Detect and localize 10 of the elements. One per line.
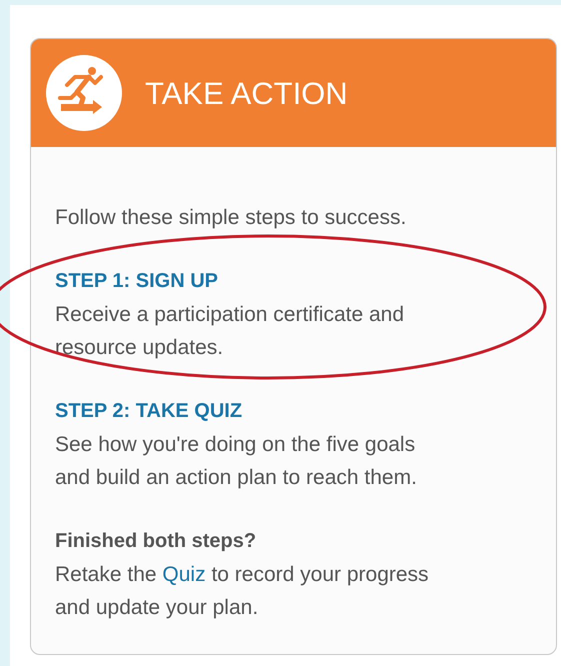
step-link[interactable]: STEP 2: TAKE QUIZ	[55, 395, 445, 428]
step-description: Receive a participation certificate and resource updates.	[55, 302, 406, 361]
finish-text: Retake the Quiz to record your progress and update your plan.	[55, 562, 430, 621]
step-description: See how you're doing on the five goals and build an action plan to reach them.	[55, 432, 418, 491]
running-person-icon	[45, 54, 123, 132]
panel-title: TAKE ACTION	[145, 78, 348, 108]
finish-heading: Finished both steps?	[55, 529, 258, 554]
quiz-link[interactable]: Quiz	[162, 563, 206, 586]
intro-text: Follow these simple steps to success.	[55, 205, 408, 231]
step-link[interactable]: STEP 1: SIGN UP	[55, 265, 445, 298]
